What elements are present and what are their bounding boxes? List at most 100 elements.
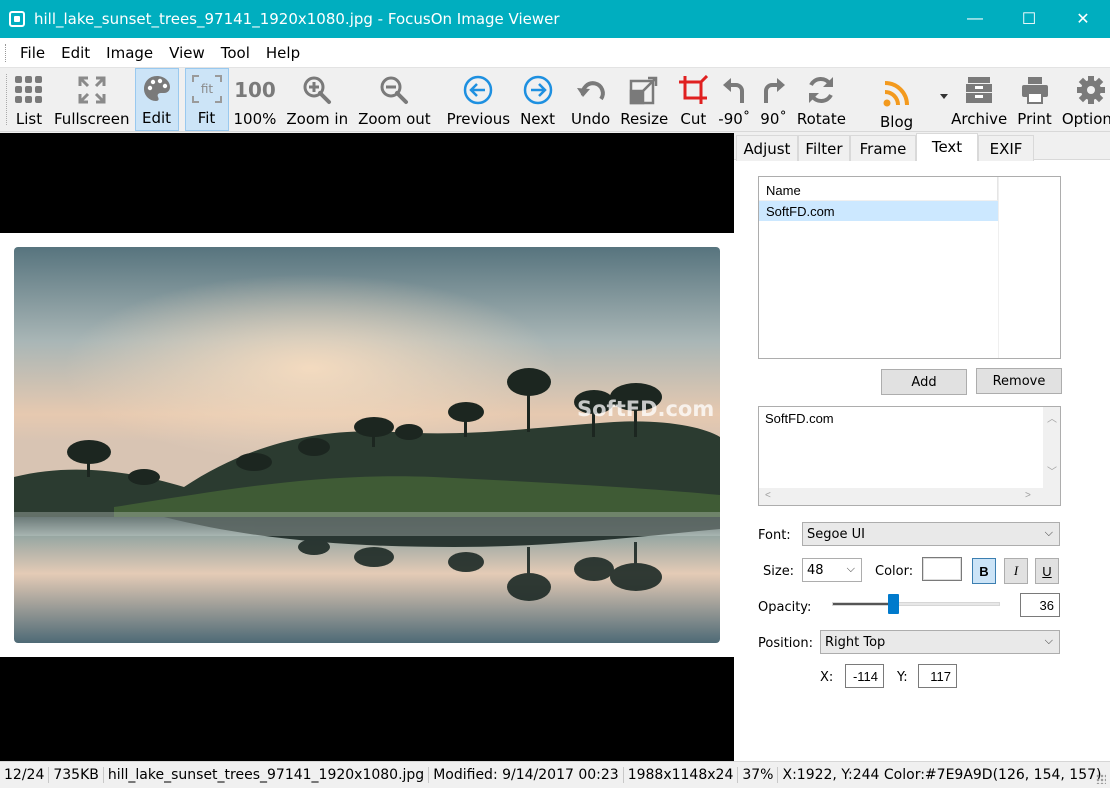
zoom-in-icon xyxy=(302,71,332,109)
gear-icon xyxy=(1076,71,1106,109)
cut-button[interactable]: Cut xyxy=(673,68,713,131)
font-label: Font: xyxy=(758,528,791,543)
hundred-icon: 100 xyxy=(234,78,276,102)
scroll-right-icon[interactable]: > xyxy=(1025,490,1031,501)
x-label: X: xyxy=(820,670,834,685)
menu-image[interactable]: Image xyxy=(98,44,161,62)
archive-button[interactable]: Archive xyxy=(946,68,1012,131)
rotate-right-button[interactable]: 90˚ xyxy=(755,68,792,131)
window-title: hill_lake_sunset_trees_97141_1920x1080.j… xyxy=(34,10,560,28)
resize-button[interactable]: Resize xyxy=(615,68,673,131)
rotate-right-icon xyxy=(762,71,786,109)
minimize-button[interactable]: — xyxy=(948,0,1002,38)
maximize-button[interactable]: ☐ xyxy=(1002,0,1056,38)
zoom-in-button[interactable]: Zoom in xyxy=(281,68,353,131)
previous-button[interactable]: Previous xyxy=(442,68,515,131)
font-select[interactable]: Segoe UI ⌵ xyxy=(802,522,1060,546)
list-header-name[interactable]: Name xyxy=(759,177,998,201)
underline-button[interactable]: U xyxy=(1035,558,1059,584)
next-button[interactable]: Next xyxy=(515,68,560,131)
chevron-down-icon: ⌵ xyxy=(1044,634,1053,647)
horizontal-scrollbar[interactable]: < > xyxy=(759,488,1043,505)
text-layer-list[interactable]: Name SoftFD.com xyxy=(758,176,1061,359)
fullscreen-button[interactable]: Fullscreen xyxy=(49,68,135,131)
rotate-button[interactable]: Rotate xyxy=(792,68,851,131)
scroll-up-icon[interactable]: ︿ xyxy=(1047,410,1057,425)
archive-icon xyxy=(964,71,994,109)
color-picker[interactable] xyxy=(922,557,962,581)
landscape-photo[interactable]: SoftFD.com xyxy=(14,247,720,643)
close-button[interactable]: ✕ xyxy=(1056,0,1110,38)
x-input[interactable]: -114 xyxy=(845,664,884,688)
list-item[interactable]: SoftFD.com xyxy=(759,201,998,221)
opacity-slider-fill xyxy=(833,603,894,605)
add-button[interactable]: Add xyxy=(881,369,967,395)
tab-text[interactable]: Text xyxy=(916,133,978,161)
status-zoom: 37% xyxy=(738,767,779,783)
menu-file[interactable]: File xyxy=(12,44,53,62)
palette-icon xyxy=(141,70,173,108)
status-modified: Modified: 9/14/2017 00:23 xyxy=(429,767,624,783)
scroll-left-icon[interactable]: < xyxy=(765,490,771,501)
print-button[interactable]: Print xyxy=(1012,68,1057,131)
properties-panel: Adjust Filter Frame Text EXIF Name SoftF… xyxy=(734,133,1110,761)
rotate-icon xyxy=(806,71,836,109)
status-index: 12/24 xyxy=(0,767,50,783)
edit-button[interactable]: Edit xyxy=(134,68,179,131)
status-dimensions: 1988x1148x24 xyxy=(624,767,739,783)
remove-button[interactable]: Remove xyxy=(976,368,1062,394)
window-controls: — ☐ ✕ xyxy=(948,0,1110,38)
rss-icon xyxy=(883,74,911,112)
options-button[interactable]: Options xyxy=(1057,68,1110,131)
y-label: Y: xyxy=(897,670,908,685)
zoom-out-button[interactable]: Zoom out xyxy=(353,68,436,131)
fit-button[interactable]: fit Fit xyxy=(184,68,229,131)
image-viewer[interactable]: SoftFD.com xyxy=(0,133,734,761)
bold-button[interactable]: B xyxy=(972,558,996,584)
status-filename: hill_lake_sunset_trees_97141_1920x1080.j… xyxy=(104,767,430,783)
status-file-size: 735KB xyxy=(49,767,104,783)
list-column-divider xyxy=(998,177,999,358)
size-select[interactable]: 48 ⌵ xyxy=(802,558,862,582)
menu-bar: File Edit Image View Tool Help xyxy=(0,38,1110,68)
menu-view[interactable]: View xyxy=(161,44,213,62)
undo-icon xyxy=(575,71,607,109)
rotate-left-icon xyxy=(722,71,746,109)
menu-help[interactable]: Help xyxy=(258,44,308,62)
tab-adjust[interactable]: Adjust xyxy=(736,135,798,161)
position-label: Position: xyxy=(758,636,813,651)
position-select[interactable]: Right Top ⌵ xyxy=(820,630,1060,654)
status-pixel-info: X:1922, Y:244 Color:#7E9A9D(126, 154, 15… xyxy=(782,767,1102,783)
title-bar[interactable]: hill_lake_sunset_trees_97141_1920x1080.j… xyxy=(0,0,1110,38)
fullscreen-icon xyxy=(77,71,107,109)
italic-button[interactable]: I xyxy=(1004,558,1028,584)
font-select-value: Segoe UI xyxy=(807,527,865,542)
tab-frame[interactable]: Frame xyxy=(850,135,916,161)
list-button[interactable]: List xyxy=(9,68,49,131)
tab-exif[interactable]: EXIF xyxy=(978,135,1034,161)
size-select-value: 48 xyxy=(807,563,824,578)
tab-filter[interactable]: Filter xyxy=(798,135,850,161)
menu-edit[interactable]: Edit xyxy=(53,44,98,62)
rotate-left-button[interactable]: -90˚ xyxy=(713,68,755,131)
svg-text:fit: fit xyxy=(200,82,213,96)
resize-grip-icon[interactable] xyxy=(1096,774,1106,784)
y-input[interactable]: 117 xyxy=(918,664,957,688)
photo-watermark-text: SoftFD.com xyxy=(577,397,715,421)
opacity-label: Opacity: xyxy=(758,600,812,615)
blog-button[interactable]: Blog xyxy=(875,68,949,131)
arrow-right-circle-icon xyxy=(523,71,553,109)
opacity-slider[interactable] xyxy=(832,602,1000,606)
crop-icon xyxy=(678,71,709,109)
opacity-slider-thumb[interactable] xyxy=(888,594,899,614)
undo-button[interactable]: Undo xyxy=(566,68,615,131)
opacity-input[interactable]: 36 xyxy=(1020,593,1060,617)
actual-size-button[interactable]: 100 100% xyxy=(229,68,282,131)
zoom-out-icon xyxy=(379,71,409,109)
scroll-down-icon[interactable]: ﹀ xyxy=(1047,463,1057,478)
menu-tool[interactable]: Tool xyxy=(213,44,258,62)
vertical-scrollbar[interactable]: ︿ ﹀ xyxy=(1043,407,1060,489)
toolbar-grip[interactable] xyxy=(6,74,7,125)
text-content-field[interactable]: SoftFD.com ︿ ﹀ < > xyxy=(758,406,1061,506)
fit-icon: fit xyxy=(191,70,223,108)
